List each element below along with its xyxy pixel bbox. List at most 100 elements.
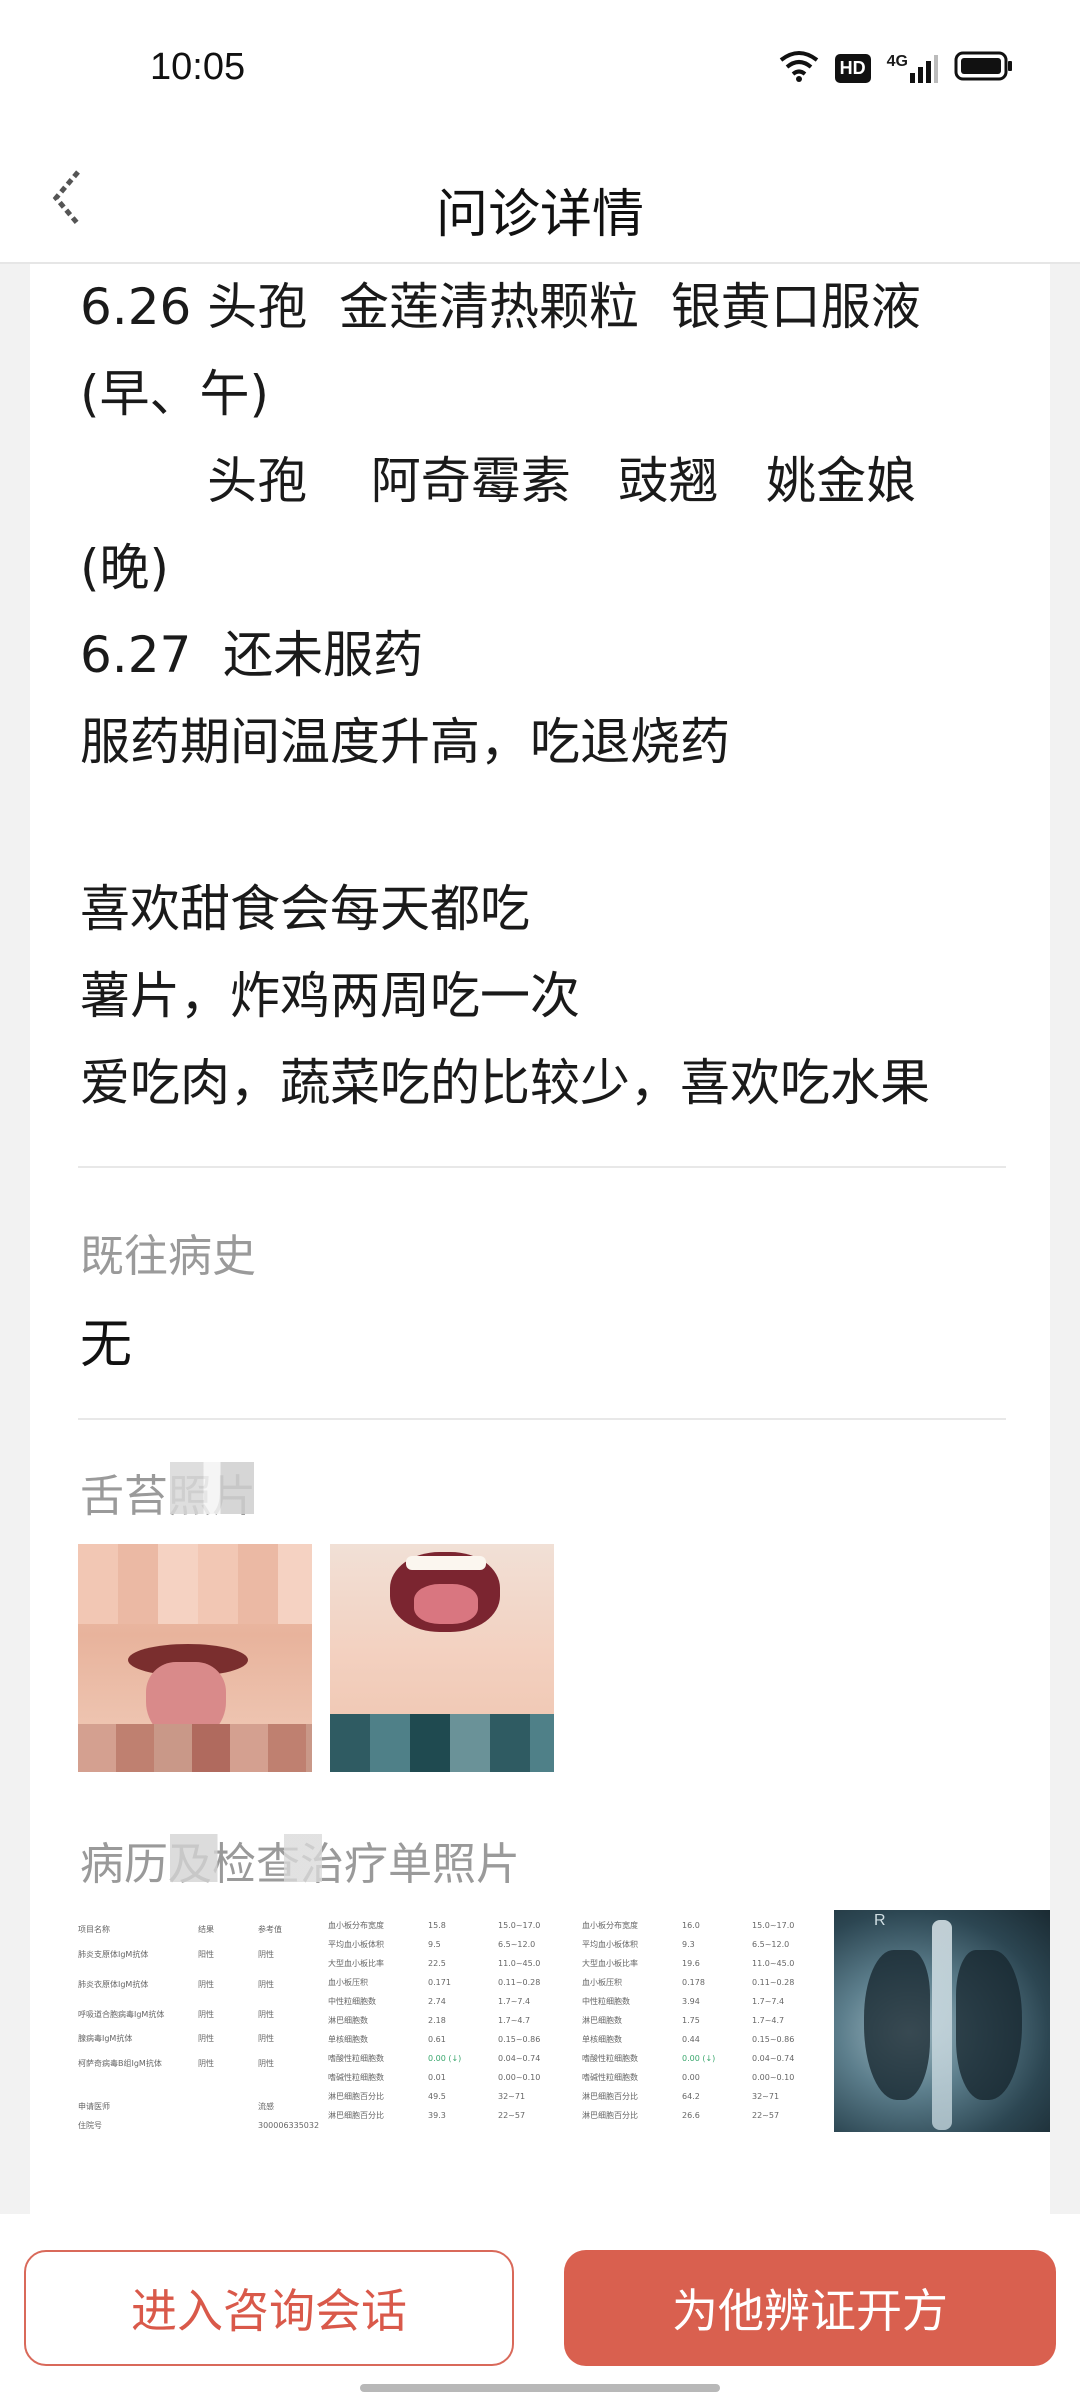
- tongue-photo[interactable]: [330, 1544, 554, 1772]
- report-cell: 9.5: [428, 1940, 441, 1949]
- report-cell: 肺炎衣原体IgM抗体: [78, 1979, 149, 1989]
- enter-consultation-button[interactable]: 进入咨询会话: [24, 2250, 514, 2366]
- signal-icon: 4G: [887, 53, 938, 83]
- report-cell: 申请医师: [78, 2102, 110, 2111]
- report-cell: 0.00 (↓): [428, 2054, 462, 2063]
- report-cell: 淋巴细胞百分比: [328, 2111, 384, 2120]
- report-row: 血小板压积 0.178 0.11~0.28: [582, 1973, 826, 1992]
- xray-photo[interactable]: R: [834, 1910, 1050, 2132]
- report-cell: 64.2: [682, 2092, 700, 2101]
- report-cell: 嗜碱性粒细胞数: [582, 2073, 638, 2082]
- report-cell: 大型血小板比率: [582, 1959, 638, 1968]
- report-cell: 11.0~45.0: [498, 1959, 541, 1968]
- tongue-photo[interactable]: [78, 1544, 312, 1772]
- teeth-shape: [406, 1556, 486, 1570]
- divider: [78, 1418, 1006, 1420]
- report-cell: 住院号: [78, 2121, 102, 2130]
- report-cell: 1.7~4.7: [498, 2016, 531, 2025]
- report-row: 淋巴细胞百分比 49.5 32~71: [328, 2087, 572, 2106]
- report-cell: 平均血小板体积: [582, 1940, 638, 1949]
- record-photo[interactable]: 血小板分布宽度 15.8 15.0~17.0 平均血小板体积 9.5 6.5~12.0 …: [328, 1908, 572, 2196]
- report-row: 血小板压积 0.171 0.11~0.28: [328, 1973, 572, 1992]
- report-cell: 大型血小板比率: [328, 1959, 384, 1968]
- report-cell: 0.11~0.28: [498, 1978, 541, 1987]
- report-cell: 淋巴细胞百分比: [328, 2092, 384, 2101]
- report-cell: 3.94: [682, 1997, 700, 2006]
- record-photo[interactable]: 血小板分布宽度 16.0 15.0~17.0 平均血小板体积 9.3 6.5~12.0 …: [582, 1908, 826, 2196]
- report-cell: 淋巴细胞百分比: [582, 2111, 638, 2120]
- report-row: 血小板分布宽度 16.0 15.0~17.0: [582, 1916, 826, 1935]
- report-cell: 15.8: [428, 1921, 446, 1930]
- hd-badge: HD: [834, 53, 871, 83]
- record-photo[interactable]: 项目名称 结果 参考值 肺炎支原体IgM抗体 阳性 阴性 肺炎衣原体IgM抗体 阴性 阴性 …: [78, 1908, 320, 2200]
- report-cell: 0.178: [682, 1978, 705, 1987]
- report-cell: 阴性: [258, 2058, 274, 2068]
- report-cell: 49.5: [428, 2092, 446, 2101]
- report-cell: 22~57: [498, 2111, 526, 2120]
- report-cell: 嗜碱性粒细胞数: [328, 2073, 384, 2082]
- report-row: 单核细胞数 0.44 0.15~0.86: [582, 2030, 826, 2049]
- notes-line: 6.26 头孢 金莲清热颗粒 银黄口服液: [80, 278, 921, 336]
- report-cell: 11.0~45.0: [752, 1959, 795, 1968]
- report-cell: 15.0~17.0: [498, 1921, 541, 1930]
- report-cell: 6.5~12.0: [498, 1940, 536, 1949]
- report-cell: 呼吸道合胞病毒IgM抗体: [78, 2009, 165, 2019]
- report-cell: 1.7~7.4: [498, 1997, 531, 2006]
- report-cell: 血小板压积: [582, 1978, 622, 1987]
- report-cell: 15.0~17.0: [752, 1921, 795, 1930]
- report-cell: 阴性: [198, 2058, 214, 2068]
- notes-line: [80, 786, 1040, 866]
- report-cell: 0.00~0.10: [498, 2073, 541, 2082]
- report-row: 项目名称 结果 参考值: [78, 1920, 318, 1939]
- report-cell: 2.74: [428, 1997, 446, 2006]
- report-cell: 阴性: [198, 1979, 214, 1989]
- mosaic-overlay: [170, 1834, 360, 1882]
- battery-icon: [954, 51, 1014, 85]
- report-cell: 血小板分布宽度: [328, 1921, 384, 1930]
- notes-line: 服药期间温度升高，吃退烧药: [80, 713, 730, 771]
- report-row: 平均血小板体积 9.5 6.5~12.0: [328, 1935, 572, 1954]
- report-row: 嗜酸性粒细胞数 0.00 (↓) 0.04~0.74: [582, 2049, 826, 2068]
- report-row: 腺病毒IgM抗体 阴性 阴性: [78, 2029, 318, 2048]
- report-row: 肺炎衣原体IgM抗体 阴性 阴性: [78, 1969, 318, 1999]
- report-row: 单核细胞数 0.61 0.15~0.86: [328, 2030, 572, 2049]
- report-cell: 阴性: [258, 2034, 274, 2043]
- notes-line: (晚): [80, 539, 170, 597]
- report-cell: 0.15~0.86: [498, 2035, 541, 2044]
- report-cell: 32~71: [498, 2092, 526, 2101]
- report-cell: 9.3: [682, 1940, 695, 1949]
- mosaic-overlay: [170, 1462, 254, 1514]
- divider: [78, 1166, 1006, 1168]
- wifi-icon: [779, 50, 819, 86]
- report-cell: 300006335032: [258, 2121, 320, 2130]
- report-cell: 0.15~0.86: [752, 2035, 795, 2044]
- consultation-detail-card: 6.26 头孢 金莲清热颗粒 银黄口服液 (早、午) 头孢 阿奇霉素 豉翘 姚金…: [30, 264, 1050, 2214]
- home-indicator[interactable]: [360, 2384, 720, 2392]
- report-cell: 淋巴细胞数: [328, 2016, 368, 2025]
- report-cell: 0.00~0.10: [752, 2073, 795, 2082]
- report-cell: 1.7~4.7: [752, 2016, 785, 2025]
- report-cell: 0.61: [428, 2035, 446, 2044]
- report-cell: 0.04~0.74: [498, 2054, 541, 2063]
- report-cell: 流感: [258, 2102, 274, 2111]
- report-row: 淋巴细胞百分比 39.3 22~57: [328, 2106, 572, 2125]
- report-cell: 阳性: [198, 1949, 214, 1959]
- report-cell: 中性粒细胞数: [328, 1997, 376, 2006]
- report-row: [78, 2078, 318, 2097]
- report-row: 肺炎支原体IgM抗体 阳性 阴性: [78, 1939, 318, 1969]
- xray-marker: R: [874, 1912, 886, 1929]
- report-row: 中性粒细胞数 2.74 1.7~7.4: [328, 1992, 572, 2011]
- report-cell: 0.00 (↓): [682, 2054, 716, 2063]
- report-row: 嗜酸性粒细胞数 0.00 (↓) 0.04~0.74: [328, 2049, 572, 2068]
- prescribe-button[interactable]: 为他辨证开方: [564, 2250, 1056, 2366]
- report-row: 淋巴细胞数 2.18 1.7~4.7: [328, 2011, 572, 2030]
- report-cell: 阴性: [258, 1949, 274, 1959]
- notes-line: 6.27 还未服药: [80, 626, 424, 684]
- patient-notes: 6.26 头孢 金莲清热颗粒 银黄口服液 (早、午) 头孢 阿奇霉素 豉翘 姚金…: [80, 264, 1040, 1127]
- status-time: 10:05: [150, 46, 246, 88]
- report-cell: 血小板分布宽度: [582, 1921, 638, 1930]
- report-cell: 中性粒细胞数: [582, 1997, 630, 2006]
- notes-line: (早、午): [80, 365, 270, 423]
- report-cell: 0.44: [682, 2035, 700, 2044]
- report-cell: 肺炎支原体IgM抗体: [78, 1949, 149, 1959]
